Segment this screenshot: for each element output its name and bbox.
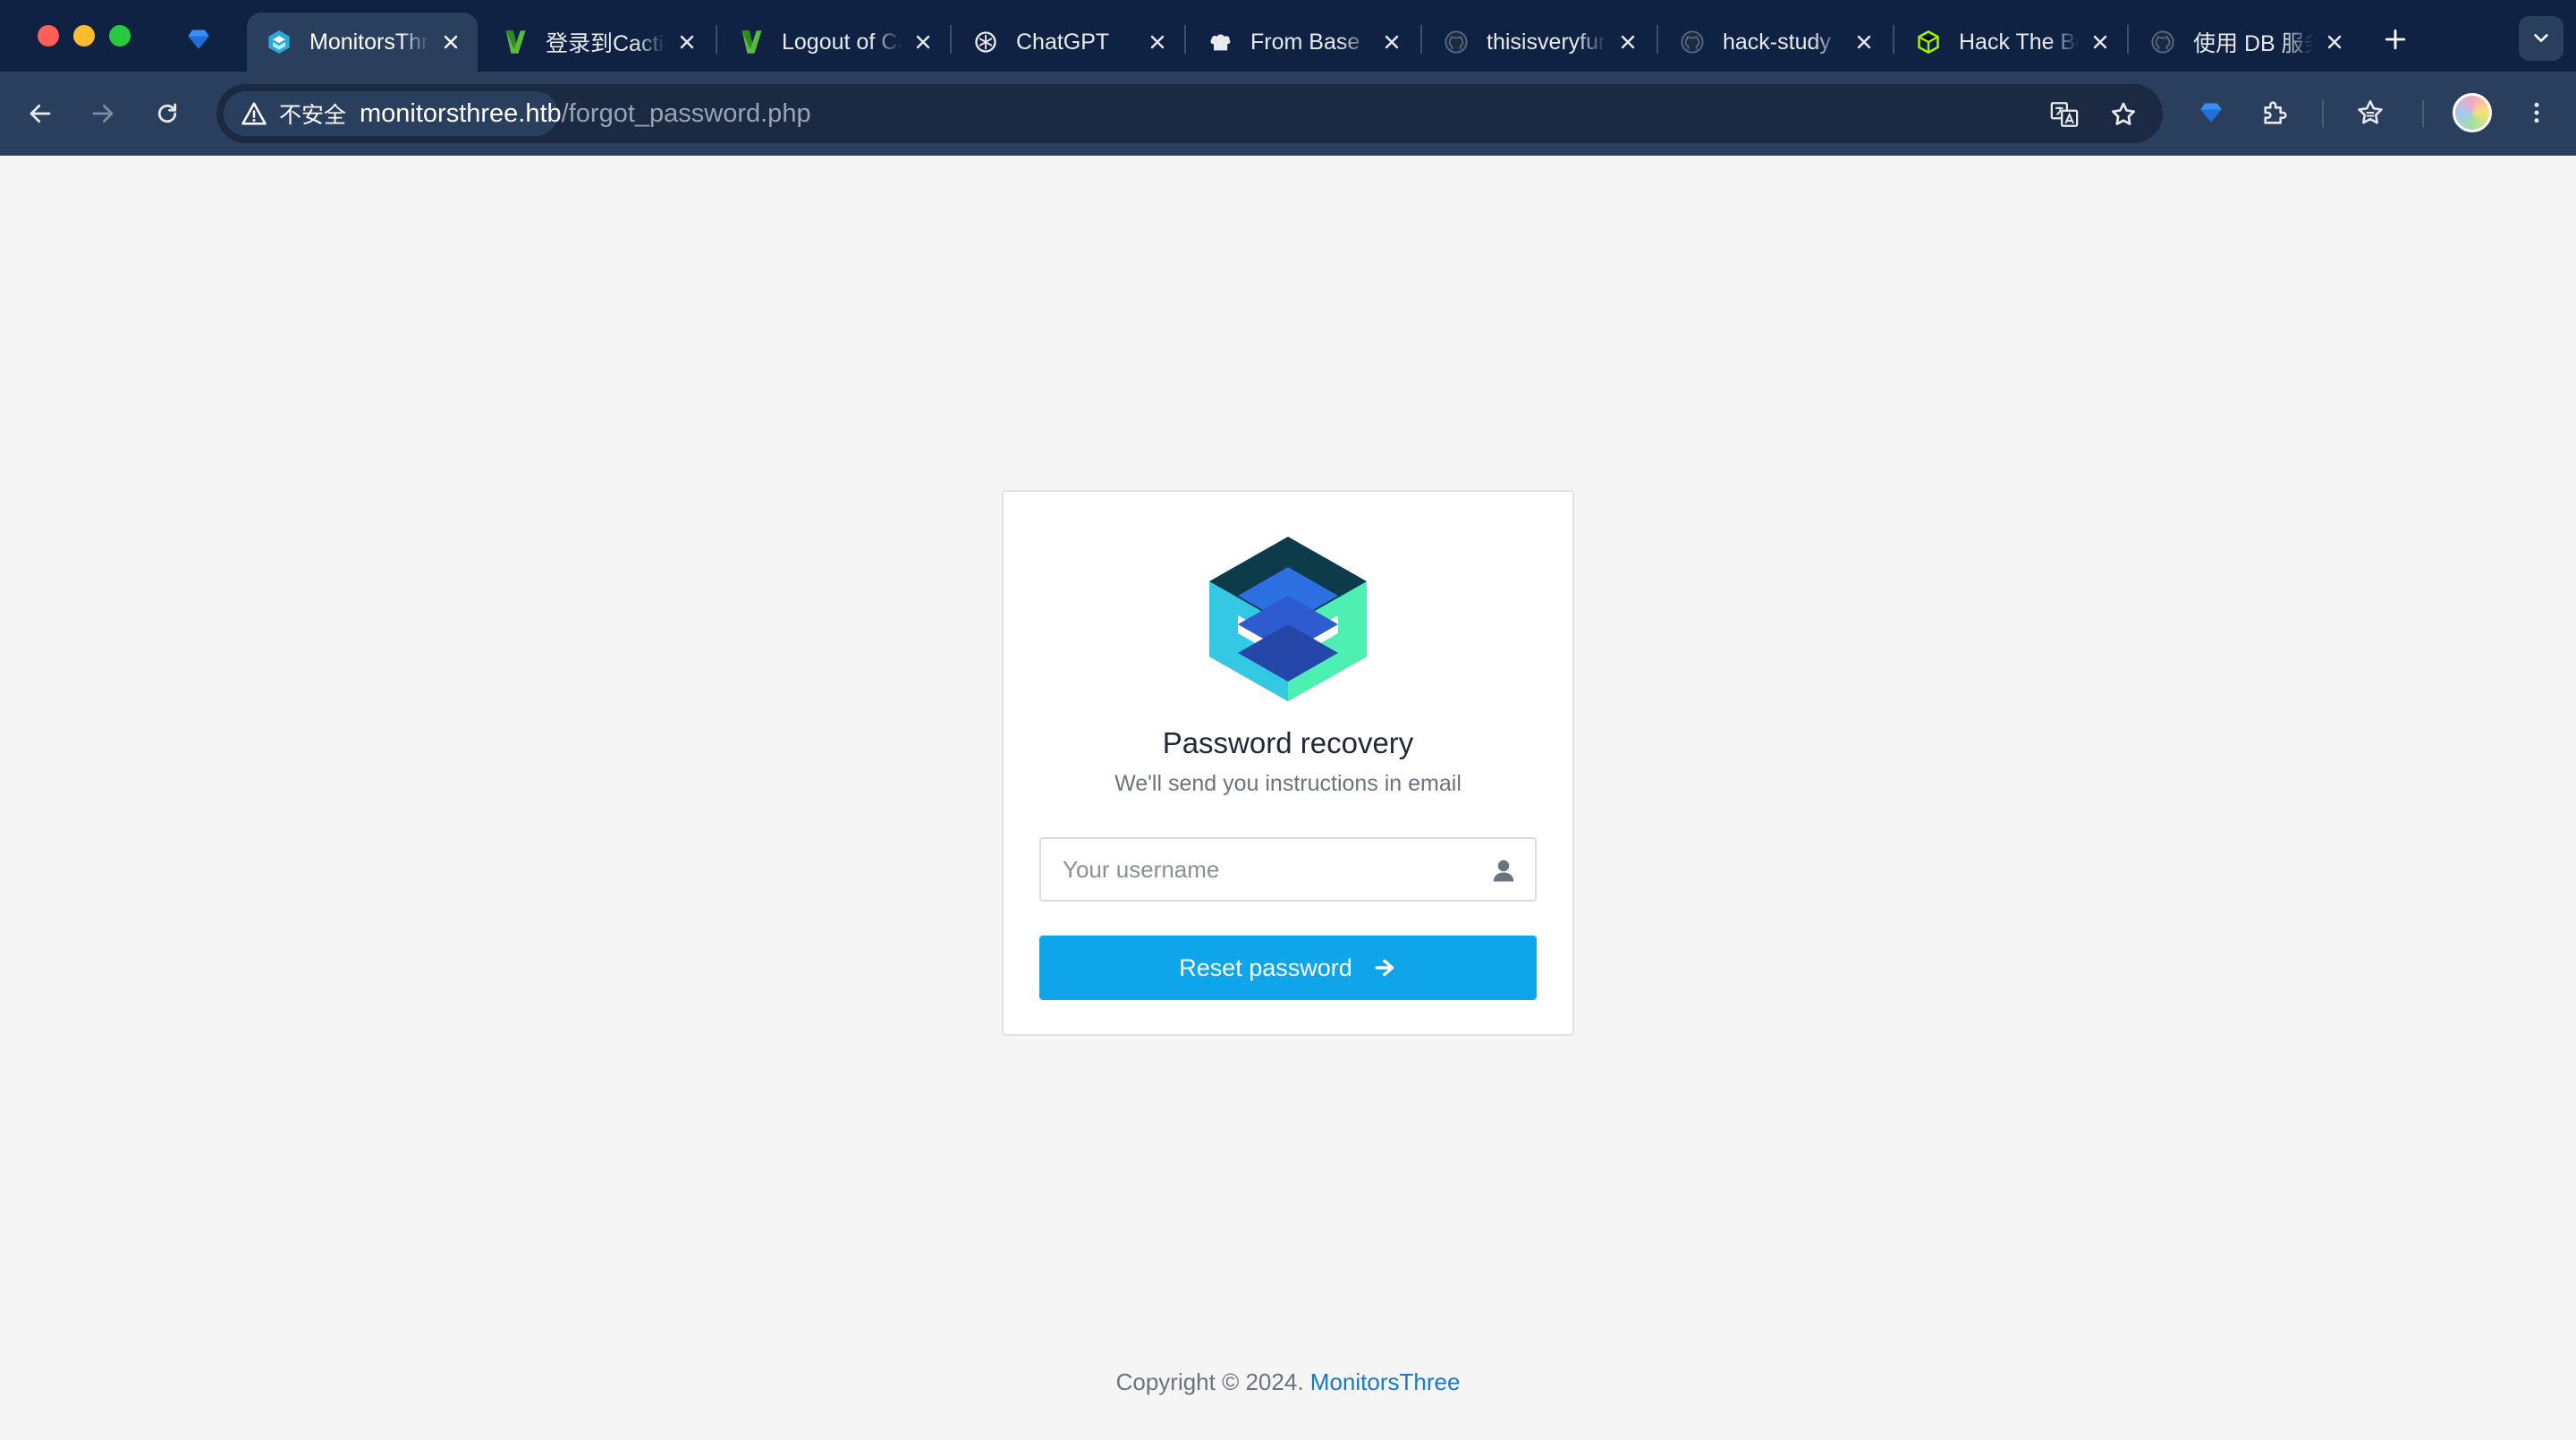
close-tab-icon[interactable] (1614, 28, 1642, 56)
page-content: Password recovery We'll send you instruc… (0, 156, 2576, 1440)
reload-icon (157, 103, 177, 123)
tab-from-base[interactable]: From Base (1188, 13, 1419, 72)
chef-hat-icon (1206, 28, 1234, 56)
gem-extension-button[interactable] (2190, 91, 2233, 134)
chevron-down-icon (2534, 34, 2548, 43)
new-tab-button[interactable] (2376, 20, 2415, 59)
fullscreen-window-button[interactable] (109, 25, 131, 47)
gem-icon (188, 30, 209, 49)
arrow-right-icon (92, 104, 114, 123)
close-tab-icon[interactable] (909, 28, 937, 56)
reset-password-button[interactable]: Reset password (1039, 936, 1537, 1000)
close-tab-icon[interactable] (1377, 28, 1406, 56)
tab-separator (2127, 25, 2129, 54)
back-button[interactable] (20, 93, 61, 134)
tab-separator (950, 25, 952, 54)
browser-chrome: MonitorsThree 登录到Cacti Logout of Cacti C… (0, 0, 2576, 156)
close-tab-icon[interactable] (2086, 28, 2114, 56)
arrow-right-icon (1375, 959, 1394, 977)
tab-title: ChatGPT (1016, 29, 1110, 55)
star-icon (2111, 102, 2136, 125)
tab-hack-study[interactable]: hack-study (1660, 13, 1891, 72)
github-icon (1678, 28, 1707, 56)
hackthebox-icon (1914, 28, 1943, 56)
star-list-icon (2358, 99, 2383, 124)
monitorsthree-logo (1209, 537, 1367, 701)
tab-chatgpt[interactable]: ChatGPT (953, 13, 1184, 72)
tab-title: MonitorsThree (309, 29, 429, 55)
pinned-tab-gem[interactable] (182, 23, 215, 55)
tab-separator (1893, 25, 1894, 54)
security-label: 不安全 (279, 103, 347, 128)
card-title: Password recovery (1162, 726, 1414, 759)
tab-title: From Base (1250, 29, 1360, 55)
address-bar[interactable]: 不安全 monitorsthree.htb/forgot_password.ph… (216, 84, 2163, 143)
warning-icon (238, 97, 270, 130)
toolbar-separator (2422, 100, 2424, 127)
translate-icon (2050, 102, 2079, 127)
reload-button[interactable] (147, 93, 188, 134)
translate-button[interactable] (2046, 97, 2082, 132)
plus-icon (2385, 29, 2406, 50)
tab-title: Logout of Cacti (782, 29, 902, 55)
tab-separator (1184, 25, 1186, 54)
tab-separator (1420, 25, 1422, 54)
close-tab-icon[interactable] (2320, 28, 2349, 56)
tab-monitorsthree[interactable]: MonitorsThree (247, 13, 478, 72)
brand-link[interactable]: MonitorsThree (1310, 1368, 1461, 1395)
close-tab-icon[interactable] (1143, 28, 1172, 56)
browser-toolbar: 不安全 monitorsthree.htb/forgot_password.ph… (0, 72, 2576, 156)
tab-title: Hack The Box (1959, 29, 2079, 55)
password-recovery-card: Password recovery We'll send you instruc… (1002, 490, 1574, 1036)
tab-search-button[interactable] (2519, 16, 2563, 61)
tab-cacti-logout[interactable]: Logout of Cacti (719, 13, 950, 72)
cacti-icon (501, 28, 530, 56)
minimize-window-button[interactable] (73, 25, 95, 47)
forward-button[interactable] (82, 93, 123, 134)
tab-cacti-login[interactable]: 登录到Cacti (483, 13, 714, 72)
username-field[interactable] (1039, 837, 1537, 902)
arrow-left-icon (30, 104, 51, 123)
footer: Copyright © 2024. MonitorsThree (0, 1368, 2576, 1396)
username-input[interactable] (1041, 839, 1479, 900)
extensions-button[interactable] (2254, 91, 2297, 134)
close-tab-icon[interactable] (673, 28, 701, 56)
user-icon (1493, 860, 1514, 882)
tab-hackthebox[interactable]: Hack The Box (1896, 13, 2127, 72)
url-path: /forgot_password.php (561, 99, 811, 128)
tab-db-service[interactable]: 使用 DB 服务 (2131, 13, 2361, 72)
profile-avatar[interactable] (2453, 93, 2492, 132)
tab-title: 使用 DB 服务 (2193, 31, 2313, 56)
toolbar-separator (2322, 100, 2324, 127)
bookmark-star-button[interactable] (2106, 97, 2141, 132)
close-tab-icon[interactable] (436, 28, 465, 56)
puzzle-icon (2264, 101, 2287, 124)
github-icon (2148, 28, 2177, 56)
tab-separator (1657, 25, 1658, 54)
cacti-icon (737, 28, 766, 56)
monitorsthree-icon (265, 28, 293, 56)
close-tab-icon[interactable] (1850, 28, 1878, 56)
tab-title: thisisveryfun (1487, 29, 1606, 55)
chatgpt-icon (971, 28, 1000, 56)
tab-strip: MonitorsThree 登录到Cacti Logout of Cacti C… (0, 0, 2576, 72)
url-host: monitorsthree.htb (360, 99, 562, 128)
reset-password-label: Reset password (1179, 953, 1352, 981)
gem-icon (2200, 103, 2222, 123)
browser-menu-button[interactable] (2515, 91, 2558, 134)
kebab-menu-icon (2534, 102, 2539, 123)
url-text[interactable]: monitorsthree.htb/forgot_password.php (360, 84, 811, 143)
tab-title: 登录到Cacti (546, 31, 664, 56)
copyright-text: Copyright © 2024. (1115, 1368, 1304, 1395)
tab-separator (716, 25, 717, 54)
close-window-button[interactable] (38, 25, 59, 47)
card-subtitle: We'll send you instructions in email (1114, 771, 1462, 796)
tab-title: hack-study (1723, 29, 1831, 55)
bookmarks-button[interactable] (2349, 91, 2392, 134)
tab-thisisveryfun[interactable]: thisisveryfun (1424, 13, 1655, 72)
github-icon (1442, 28, 1470, 56)
